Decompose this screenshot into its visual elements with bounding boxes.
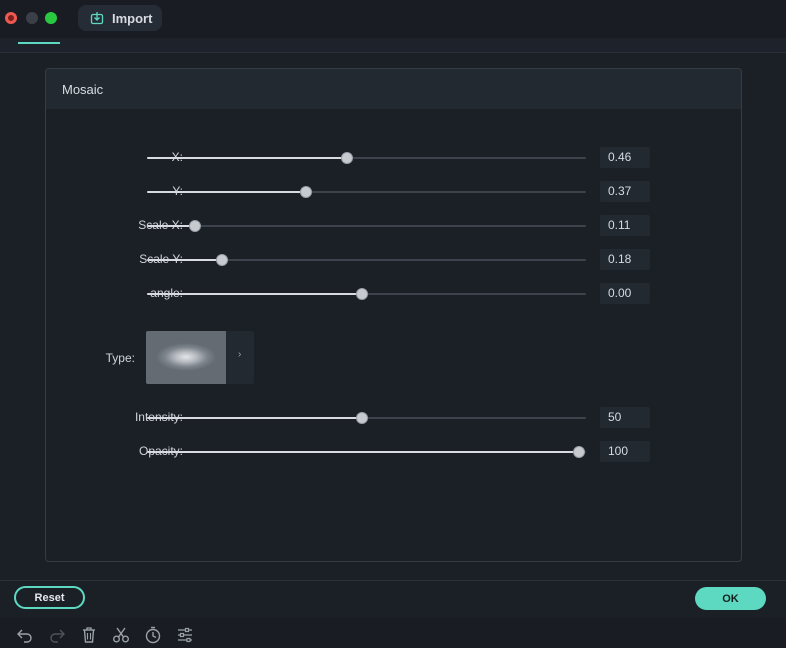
import-icon xyxy=(90,12,104,25)
minimize-window-button[interactable] xyxy=(26,12,38,24)
import-label: Import xyxy=(112,10,153,26)
title-bar: Import xyxy=(0,0,786,38)
mosaic-panel: Mosaic X: 0.46 Y: 0.37 Scale X: 0.11 Sca… xyxy=(45,68,742,562)
type-selector[interactable]: › xyxy=(146,331,254,384)
value-field[interactable]: 0.46 xyxy=(600,147,650,168)
adjust-icon[interactable] xyxy=(176,626,194,644)
slider-fill xyxy=(147,451,580,453)
redo-icon[interactable] xyxy=(48,626,66,644)
slider-row-x: X: 0.46 xyxy=(46,146,741,170)
import-button[interactable]: Import xyxy=(78,5,162,31)
slider-row-scale-y: Scale Y: 0.18 xyxy=(46,248,741,272)
slider-track[interactable] xyxy=(147,254,586,266)
slider-fill xyxy=(147,293,363,295)
value-field[interactable]: 0.18 xyxy=(600,249,650,270)
slider-thumb[interactable] xyxy=(356,288,369,300)
tab-strip xyxy=(0,38,786,52)
slider-thumb[interactable] xyxy=(356,412,369,424)
slider-thumb[interactable] xyxy=(189,220,202,232)
slider-track[interactable] xyxy=(147,446,586,458)
slider-row-y: Y: 0.37 xyxy=(46,180,741,204)
type-label: Type: xyxy=(105,351,135,365)
slider-thumb[interactable] xyxy=(340,152,353,164)
cut-icon[interactable] xyxy=(112,626,130,644)
ok-button[interactable]: OK xyxy=(695,587,766,610)
maximize-window-button[interactable] xyxy=(45,12,57,24)
slider-track[interactable] xyxy=(147,288,586,300)
delete-icon[interactable] xyxy=(80,626,98,644)
slider-fill xyxy=(147,259,222,261)
panel-header: Mosaic xyxy=(46,69,741,109)
slider-fill xyxy=(147,157,347,159)
slider-track[interactable] xyxy=(147,412,586,424)
reset-button[interactable]: Reset xyxy=(14,586,85,609)
value-field[interactable]: 50 xyxy=(600,407,650,428)
slider-thumb[interactable] xyxy=(300,186,313,198)
slider-thumb[interactable] xyxy=(215,254,228,266)
undo-icon[interactable] xyxy=(16,626,34,644)
value-field[interactable]: 100 xyxy=(600,441,650,462)
slider-row-angle: angle: 0.00 xyxy=(46,282,741,306)
slider-track[interactable] xyxy=(147,220,586,232)
panel-title: Mosaic xyxy=(62,81,104,97)
mosaic-type-thumbnail[interactable] xyxy=(146,331,226,384)
slider-row-intensity: Intensity: 50 xyxy=(46,406,741,430)
close-window-button[interactable] xyxy=(5,12,17,24)
value-field[interactable]: 0.37 xyxy=(600,181,650,202)
slider-fill xyxy=(147,191,307,193)
divider xyxy=(0,52,786,53)
slider-fill xyxy=(147,225,196,227)
slider-row-scale-x: Scale X: 0.11 xyxy=(46,214,741,238)
slider-thumb[interactable] xyxy=(573,446,586,458)
slider-fill xyxy=(147,417,363,419)
slider-track[interactable] xyxy=(147,186,586,198)
value-field[interactable]: 0.11 xyxy=(600,215,650,236)
chevron-right-icon[interactable]: › xyxy=(238,349,241,360)
slider-track[interactable] xyxy=(147,152,586,164)
value-field[interactable]: 0.00 xyxy=(600,283,650,304)
slider-row-opacity: Opacity: 100 xyxy=(46,440,741,464)
footer-divider xyxy=(0,580,786,581)
active-tab-indicator xyxy=(18,42,60,44)
timer-icon[interactable] xyxy=(144,626,162,644)
